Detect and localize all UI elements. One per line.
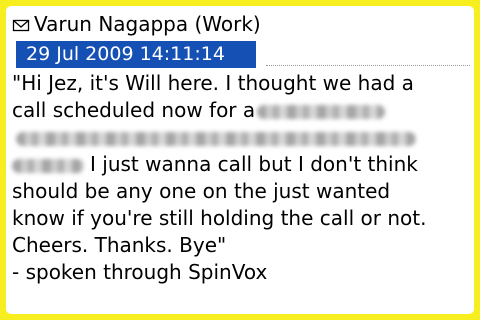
message-line-text: call scheduled now for a bbox=[12, 98, 256, 122]
header-divider bbox=[266, 65, 470, 66]
message-view-panel: Varun Nagappa (Work) 29 Jul 2009 14:11:1… bbox=[6, 6, 474, 314]
message-line: Cheers. Thanks. Bye" bbox=[12, 233, 227, 257]
message-line bbox=[12, 124, 474, 151]
message-line: "Hi Jez, it's Will here. I thought we ha… bbox=[12, 71, 414, 95]
message-line-text: I just wanna call but I don't think bbox=[90, 152, 418, 176]
message-line: should be any one on the just wanted bbox=[12, 179, 391, 203]
message-timestamp[interactable]: 29 Jul 2009 14:11:14 bbox=[16, 41, 256, 68]
message-body[interactable]: "Hi Jez, it's Will here. I thought we ha… bbox=[12, 70, 474, 286]
message-line: know if you're still holding the call or… bbox=[12, 206, 427, 230]
message-header: Varun Nagappa (Work) bbox=[6, 10, 474, 38]
redacted-text bbox=[16, 131, 416, 146]
redacted-text bbox=[257, 104, 386, 119]
message-line: I just wanna call but I don't think bbox=[12, 151, 474, 178]
spinvox-footer: - spoken through SpinVox bbox=[12, 260, 268, 284]
timestamp-row: 29 Jul 2009 14:11:14 bbox=[16, 41, 474, 69]
envelope-icon bbox=[12, 19, 30, 32]
device-screen-frame: Varun Nagappa (Work) 29 Jul 2009 14:11:1… bbox=[0, 0, 480, 320]
redacted-text bbox=[12, 158, 84, 173]
sender-name[interactable]: Varun Nagappa (Work) bbox=[34, 10, 261, 38]
message-line: call scheduled now for a bbox=[12, 97, 474, 124]
